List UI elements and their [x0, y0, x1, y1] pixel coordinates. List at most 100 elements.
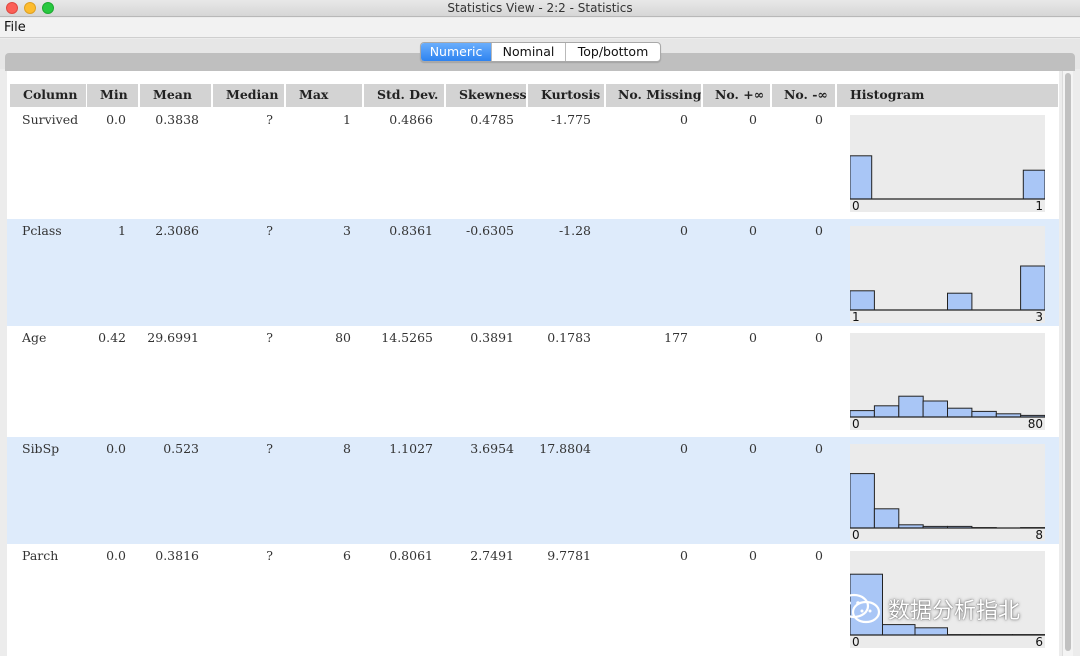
histogram-max-label: 8 — [1035, 528, 1043, 542]
cell-no-pos-inf: 0 — [749, 441, 757, 456]
cell-no-neg-inf: 0 — [815, 330, 823, 345]
cell-skewness: -0.6305 — [466, 223, 514, 238]
table-row[interactable]: Pclass 1 2.3086? 3 0.8361 -0.6305 -1.28 0 0 0 1 3 — [7, 219, 1059, 326]
header-no-neg-inf[interactable]: No. -∞ — [772, 84, 835, 107]
scrollbar-thumb[interactable] — [1065, 73, 1071, 651]
watermark: 数据分析指北 — [836, 590, 1020, 628]
menu-file[interactable]: File — [4, 20, 26, 35]
histogram-bar — [914, 627, 948, 636]
header-min[interactable]: Min — [87, 84, 138, 107]
histogram-min-label: 0 — [852, 417, 860, 431]
cell-mean: 29.6991 — [147, 330, 199, 345]
cell-no-missing: 177 — [664, 330, 688, 345]
histogram-bar — [1022, 169, 1045, 200]
tab-nominal[interactable]: Nominal — [492, 43, 566, 61]
header-std-dev[interactable]: Std. Dev. — [364, 84, 444, 107]
cell-median: ? — [266, 548, 273, 563]
cell-no-missing: 0 — [680, 548, 688, 563]
cell-median: ? — [266, 441, 273, 456]
cell-mean: 2.3086 — [155, 223, 199, 238]
histogram-bar — [947, 407, 973, 418]
cell-min: 0.42 — [98, 330, 126, 345]
header-histogram[interactable]: Histogram — [837, 84, 1058, 107]
cell-kurtosis: -1.28 — [558, 223, 591, 238]
cell-median: ? — [266, 112, 273, 127]
cell-std-dev: 0.8061 — [389, 548, 433, 563]
menu-bar: File — [0, 18, 1080, 38]
tab-strip: Numeric Nominal Top/bottom — [0, 39, 1080, 71]
cell-no-missing: 0 — [680, 112, 688, 127]
histogram-bar — [873, 508, 900, 529]
cell-no-neg-inf: 0 — [815, 112, 823, 127]
histogram-bar — [850, 290, 875, 311]
cell-min: 0.0 — [106, 548, 126, 563]
histogram-bar — [873, 405, 900, 418]
cell-no-missing: 0 — [680, 223, 688, 238]
tab-top-bottom[interactable]: Top/bottom — [566, 43, 660, 61]
wechat-icon — [838, 593, 881, 624]
cell-kurtosis: 17.8804 — [539, 441, 591, 456]
cell-std-dev: 14.5265 — [381, 330, 433, 345]
table-row[interactable]: Survived 0.0 0.3838? 1 0.4866 0.4785 -1.775 0 0 0… — [7, 108, 1059, 219]
cell-no-neg-inf: 0 — [815, 441, 823, 456]
cell-max: 6 — [343, 548, 351, 563]
watermark-text: 数据分析指北 — [888, 599, 1021, 624]
table-row[interactable]: Age 0.42 29.6991? 80 14.5265 0.3891 0.1783 177 0… — [7, 326, 1059, 437]
cell-no-pos-inf: 0 — [749, 330, 757, 345]
histogram-bar — [898, 395, 924, 418]
histogram-bar — [850, 155, 873, 200]
header-kurtosis[interactable]: Kurtosis — [528, 84, 604, 107]
cell-skewness: 3.6954 — [470, 441, 514, 456]
tab-numeric[interactable]: Numeric — [421, 43, 492, 61]
header-no-missing[interactable]: No. Missing — [606, 84, 701, 107]
cell-max: 80 — [335, 330, 351, 345]
segmented-tabs: Numeric Nominal Top/bottom — [420, 42, 661, 62]
histogram-chart: 08 — [850, 444, 1045, 542]
cell-skewness: 0.4785 — [470, 112, 514, 127]
histogram-bar — [922, 400, 948, 418]
cell-mean: 0.3816 — [155, 548, 199, 563]
cell-no-neg-inf: 0 — [815, 223, 823, 238]
header-no-pos-inf[interactable]: No. +∞ — [703, 84, 770, 107]
cell-column: Pclass — [22, 223, 62, 238]
cell-mean: 0.3838 — [155, 112, 199, 127]
header-column[interactable]: Column — [10, 84, 86, 107]
cell-std-dev: 1.1027 — [389, 441, 433, 456]
histogram-max-label: 3 — [1035, 310, 1043, 324]
cell-median: ? — [266, 330, 273, 345]
histogram-min-label: 0 — [852, 199, 860, 213]
histogram-max-label: 1 — [1035, 199, 1043, 213]
cell-skewness: 0.3891 — [470, 330, 514, 345]
window-title: Statistics View - 2:2 - Statistics — [447, 1, 633, 15]
histogram-bar — [971, 410, 997, 418]
histogram-bar — [1020, 265, 1045, 311]
vertical-scrollbar[interactable] — [1062, 71, 1073, 656]
cell-no-pos-inf: 0 — [749, 112, 757, 127]
header-max[interactable]: Max — [286, 84, 362, 107]
cell-min: 0.0 — [106, 112, 126, 127]
cell-min: 0.0 — [106, 441, 126, 456]
histogram-min-label: 0 — [852, 635, 860, 649]
title-bar: Statistics View - 2:2 - Statistics — [0, 0, 1080, 17]
header-skewness[interactable]: Skewness — [446, 84, 526, 107]
header-mean[interactable]: Mean — [140, 84, 211, 107]
histogram-chart: 13 — [850, 226, 1045, 324]
cell-no-pos-inf: 0 — [749, 223, 757, 238]
histogram-bar — [947, 292, 973, 311]
histogram-chart: 0 80 — [850, 333, 1045, 431]
cell-column: Age — [22, 330, 47, 345]
cell-kurtosis: -1.775 — [550, 112, 591, 127]
cell-median: ? — [266, 223, 273, 238]
cell-column: SibSp — [22, 441, 60, 456]
histogram-max-label: 80 — [1027, 417, 1043, 431]
table-row[interactable]: SibSp 0.0 0.523? 8 1.1027 3.6954 17.8804 0 0 0 0 8 — [7, 437, 1059, 544]
cell-column: Survived — [22, 112, 79, 127]
header-median[interactable]: Median — [213, 84, 284, 107]
cell-max: 8 — [343, 441, 351, 456]
cell-no-neg-inf: 0 — [815, 548, 823, 563]
histogram-max-label: 6 — [1035, 635, 1043, 649]
cell-std-dev: 0.4866 — [389, 112, 433, 127]
cell-mean: 0.523 — [163, 441, 199, 456]
cell-skewness: 2.7491 — [470, 548, 514, 563]
cell-kurtosis: 9.7781 — [547, 548, 591, 563]
